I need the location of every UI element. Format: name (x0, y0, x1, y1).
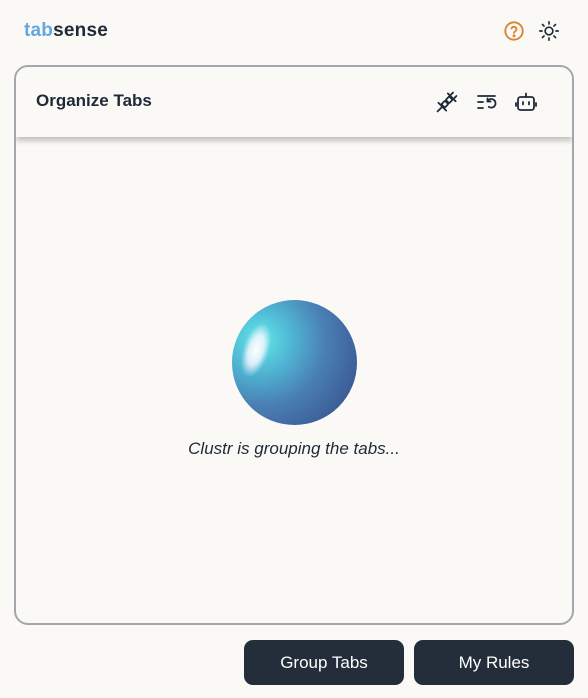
group-tabs-button[interactable]: Group Tabs (244, 640, 404, 685)
panel-title: Organize Tabs (36, 91, 152, 110)
panel-header: Organize Tabs (16, 67, 572, 137)
organize-tabs-panel: Organize Tabs Clustr is grouping the tab… (14, 65, 574, 625)
list-reorder-icon[interactable] (474, 89, 500, 115)
loading-orb (232, 300, 357, 425)
robot-icon[interactable] (513, 89, 539, 115)
logo-sense-text: sense (53, 20, 108, 41)
logo-tab-text: tab (24, 20, 54, 41)
plug-icon[interactable] (434, 89, 460, 115)
top-bar: tabsense (0, 0, 588, 62)
grouping-status-text: Clustr is grouping the tabs... (188, 439, 400, 458)
my-rules-button[interactable]: My Rules (414, 640, 574, 685)
sun-icon[interactable] (536, 18, 562, 44)
app-logo: tabsense (24, 19, 108, 43)
help-circle-icon[interactable] (501, 18, 527, 44)
